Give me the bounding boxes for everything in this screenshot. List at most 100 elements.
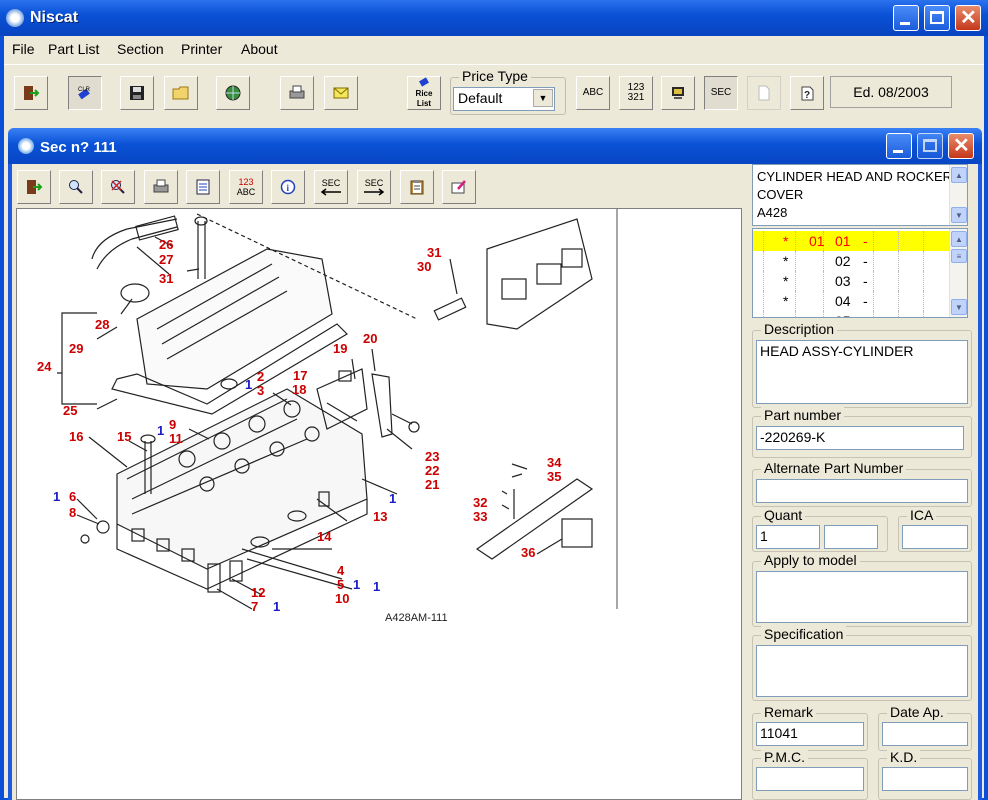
callout-number-red[interactable]: 35: [547, 469, 561, 484]
callout-number-red[interactable]: 30: [417, 259, 431, 274]
specification-field[interactable]: [756, 645, 968, 697]
callout-number-red[interactable]: 2: [257, 369, 264, 384]
callout-number-red[interactable]: 17: [293, 368, 307, 383]
apply-to-model-field[interactable]: [756, 571, 968, 623]
callout-number-red[interactable]: 14: [317, 529, 332, 544]
callout-number-blue[interactable]: 1: [389, 491, 396, 506]
new-doc-button[interactable]: [747, 76, 781, 110]
callout-number-red[interactable]: 29: [69, 341, 83, 356]
zoom-in-button[interactable]: [59, 170, 93, 204]
callout-number-red[interactable]: 5: [337, 577, 344, 592]
callout-number-blue[interactable]: 1: [53, 489, 60, 504]
callout-number-red[interactable]: 13: [373, 509, 387, 524]
part-number-field[interactable]: -220269-K: [756, 426, 964, 450]
section-exit-button[interactable]: [17, 170, 51, 204]
help-button[interactable]: ?: [790, 76, 824, 110]
sort-toggle-button[interactable]: 123 ABC: [229, 170, 263, 204]
zoom-out-button[interactable]: [101, 170, 135, 204]
parts-list-row[interactable]: * 02-: [753, 251, 949, 271]
list-button[interactable]: [186, 170, 220, 204]
callout-number-red[interactable]: 8: [69, 505, 76, 520]
parts-list-grid[interactable]: *0101-*02-*03-*04-05 ▲ ≡ ▼: [752, 228, 968, 318]
menu-part-list[interactable]: Part List: [48, 41, 99, 57]
dropdown-arrow-icon[interactable]: ▼: [533, 89, 553, 107]
callout-number-red[interactable]: 6: [69, 489, 76, 504]
mail-button[interactable]: [324, 76, 358, 110]
next-section-button[interactable]: SEC: [357, 170, 391, 204]
alternate-part-field[interactable]: [756, 479, 968, 503]
scroll-up-arrow-icon[interactable]: ▲: [951, 231, 967, 247]
section-info-scrollbar[interactable]: ▲ ▼: [949, 165, 967, 225]
cart-button[interactable]: [661, 76, 695, 110]
description-field[interactable]: HEAD ASSY-CYLINDER: [756, 340, 968, 404]
parts-list-row[interactable]: * 03-: [753, 271, 949, 291]
callout-number-red[interactable]: 11: [169, 431, 183, 446]
callout-number-red[interactable]: 25: [63, 403, 77, 418]
callout-number-red[interactable]: 4: [337, 563, 345, 578]
scroll-down-arrow-icon[interactable]: ▼: [951, 207, 967, 223]
parts-list-row[interactable]: * 01 01-: [753, 231, 949, 251]
close-button[interactable]: ✕: [955, 5, 981, 31]
callout-number-red[interactable]: 22: [425, 463, 439, 478]
minimize-button[interactable]: [893, 5, 919, 31]
callout-number-red[interactable]: 9: [169, 417, 176, 432]
edit-notes-button[interactable]: [442, 170, 476, 204]
info-button[interactable]: i: [271, 170, 305, 204]
callout-number-blue[interactable]: 1: [353, 577, 360, 592]
callout-number-red[interactable]: 20: [363, 331, 377, 346]
callout-number-red[interactable]: 31: [159, 271, 173, 286]
ica-field[interactable]: [902, 525, 968, 549]
open-folder-button[interactable]: [164, 76, 198, 110]
callout-number-red[interactable]: 27: [159, 252, 173, 267]
maximize-button[interactable]: [924, 5, 950, 31]
callout-number-red[interactable]: 33: [473, 509, 487, 524]
menu-about[interactable]: About: [241, 41, 278, 57]
save-button[interactable]: [120, 76, 154, 110]
callout-number-red[interactable]: 28: [95, 317, 109, 332]
quant-field[interactable]: 1: [756, 525, 820, 549]
remark-field[interactable]: 11041: [756, 722, 864, 746]
print-button[interactable]: [280, 76, 314, 110]
abc-sort-button[interactable]: ABC: [576, 76, 610, 110]
callout-number-blue[interactable]: 1: [157, 423, 164, 438]
section-info-box[interactable]: CYLINDER HEAD AND ROCKER COVER A428 ▲ ▼: [752, 164, 968, 226]
exit-button[interactable]: [14, 76, 48, 110]
scroll-down-arrow-icon[interactable]: ▼: [951, 299, 967, 315]
callout-number-red[interactable]: 18: [292, 382, 306, 397]
callout-number-red[interactable]: 26: [159, 237, 173, 252]
globe-button[interactable]: [216, 76, 250, 110]
callout-number-red[interactable]: 16: [69, 429, 83, 444]
price-type-select[interactable]: Default ▼: [453, 87, 555, 111]
section-close-button[interactable]: ✕: [948, 133, 974, 159]
menu-section[interactable]: Section: [117, 41, 164, 57]
price-list-button[interactable]: Rice List: [407, 76, 441, 110]
app-titlebar[interactable]: Niscat ✕: [0, 0, 988, 36]
kd-field[interactable]: [882, 767, 968, 791]
menu-file[interactable]: File: [12, 41, 35, 57]
section-maximize-button[interactable]: [917, 133, 943, 159]
quant-unit-field[interactable]: [824, 525, 878, 549]
date-ap-field[interactable]: [882, 722, 968, 746]
scroll-up-arrow-icon[interactable]: ▲: [951, 167, 967, 183]
number-sort-button[interactable]: 123 321: [619, 76, 653, 110]
callout-number-red[interactable]: 23: [425, 449, 439, 464]
clipboard-button[interactable]: [400, 170, 434, 204]
parts-list-row[interactable]: * 04-: [753, 291, 949, 311]
callout-number-red[interactable]: 19: [333, 341, 347, 356]
menu-printer[interactable]: Printer: [181, 41, 222, 57]
callout-number-red[interactable]: 3: [257, 383, 264, 398]
callout-number-red[interactable]: 31: [427, 245, 441, 260]
parts-diagram[interactable]: 26 27 31 28 29 24 25 16 15 6 8 2 3 18 17 19 20 9 11 23 22 21 1…: [16, 208, 742, 800]
previous-section-button[interactable]: SEC: [314, 170, 348, 204]
scroll-thumb[interactable]: ≡: [951, 249, 967, 263]
callout-number-red[interactable]: 7: [251, 599, 258, 614]
callout-number-red[interactable]: 32: [473, 495, 487, 510]
pmc-field[interactable]: [756, 767, 864, 791]
callout-number-red[interactable]: 21: [425, 477, 439, 492]
section-minimize-button[interactable]: [886, 133, 912, 159]
callout-number-red[interactable]: 12: [251, 585, 265, 600]
callout-number-red[interactable]: 10: [335, 591, 349, 606]
parts-list-row[interactable]: 05: [753, 311, 949, 317]
callout-number-red[interactable]: 15: [117, 429, 131, 444]
section-titlebar[interactable]: Sec n? 111 ✕: [8, 128, 982, 164]
